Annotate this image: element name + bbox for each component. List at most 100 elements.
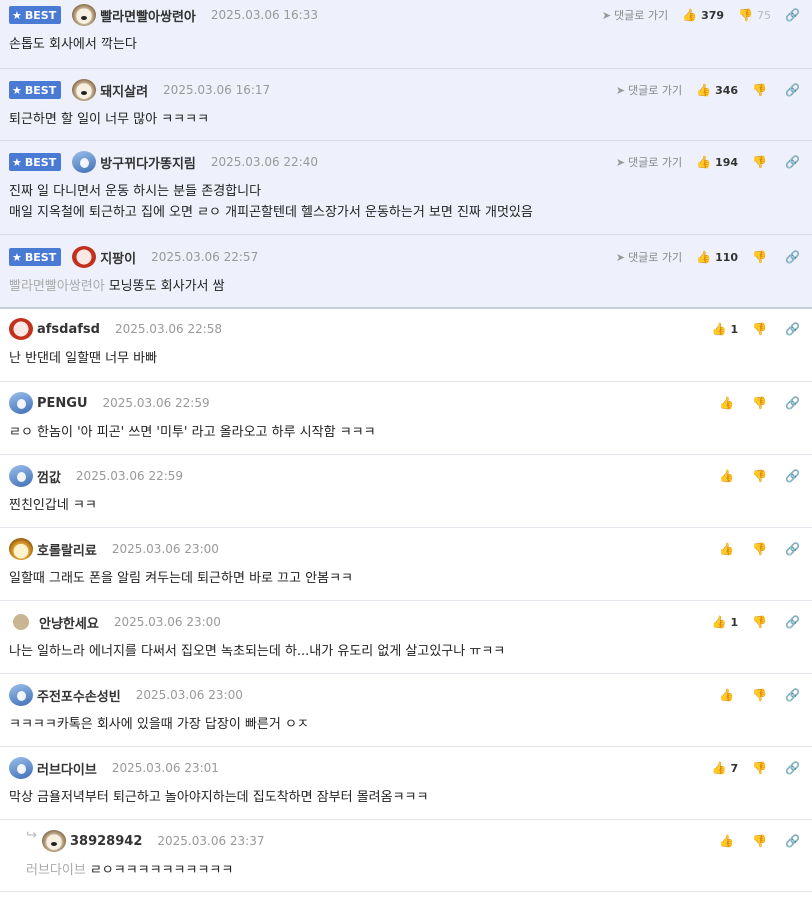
comment-actions: ➤ 댓글로 가기 👍 194 👎 🔗 [602, 147, 800, 177]
nickname[interactable]: 지팡이 [100, 248, 136, 267]
comment-actions: 👍 1 👎 🔗 [697, 607, 800, 637]
upvote-button[interactable]: 👍 [719, 542, 738, 556]
upvote-button[interactable]: 👍 346 [696, 83, 738, 97]
avatar[interactable] [13, 614, 29, 630]
nickname[interactable]: 빨라면빨아쌍련아 [100, 6, 196, 25]
thumbs-down-icon: 👎 [752, 834, 768, 848]
thumbs-up-icon: 👍 [719, 688, 735, 702]
comment-actions: 👍 👎 🔗 [705, 826, 800, 856]
link-icon[interactable]: 🔗 [785, 8, 800, 22]
nickname[interactable]: 안냥한세요 [39, 613, 99, 632]
link-icon[interactable]: 🔗 [785, 615, 800, 629]
link-icon[interactable]: 🔗 [785, 396, 800, 410]
comment-item: 러브다이브 2025.03.06 23:01 👍 7 👎 🔗 막상 금욜저녁부터 … [0, 747, 812, 820]
reply-item: ↪ 38928942 2025.03.06 23:37 👍 👎 🔗 러브다이브 ㄹ… [0, 820, 812, 892]
comment-actions: 👍 👎 🔗 [705, 388, 800, 418]
nickname[interactable]: 방구뀌다가똥지림 [100, 153, 196, 172]
upvote-count: 110 [715, 250, 739, 264]
goto-comment-link[interactable]: ➤ 댓글로 가기 [616, 154, 682, 170]
best-badge: ★ BEST [9, 153, 62, 171]
link-icon[interactable]: 🔗 [785, 834, 800, 848]
thumbs-down-icon: 👎 [752, 542, 768, 556]
upvote-button[interactable]: 👍 [719, 396, 738, 410]
downvote-button[interactable]: 👎 [752, 469, 771, 483]
downvote-button[interactable]: 👎 [752, 250, 771, 264]
avatar[interactable] [9, 684, 33, 706]
comment-header: ★ BEST 지팡이 2025.03.06 22:57 ➤ 댓글로 가기 👍 110 … [9, 242, 812, 272]
nickname[interactable]: 호롤랄리료 [37, 540, 97, 559]
comment-actions: 👍 👎 🔗 [705, 461, 800, 491]
downvote-button[interactable]: 👎 [752, 615, 771, 629]
comment-date: 2025.03.06 16:33 [210, 8, 318, 22]
send-arrow-icon: ➤ [615, 83, 626, 97]
upvote-button[interactable]: 👍 [719, 688, 738, 702]
link-icon[interactable]: 🔗 [785, 469, 800, 483]
nickname[interactable]: 러브다이브 [37, 759, 97, 778]
upvote-button[interactable]: 👍 7 [711, 761, 738, 775]
comment-header: ★ BEST 돼지살려 2025.03.06 16:17 ➤ 댓글로 가기 👍 346… [9, 75, 812, 105]
avatar[interactable] [72, 246, 97, 268]
link-icon[interactable]: 🔗 [785, 250, 800, 264]
link-icon[interactable]: 🔗 [785, 542, 800, 556]
mention-link[interactable]: 러브다이브 [26, 863, 86, 878]
downvote-button[interactable]: 👎 [752, 155, 771, 169]
comment-body: 퇴근하면 할 일이 너무 많아 ㅋㅋㅋㅋ [9, 112, 210, 127]
comment-header: ★ BEST 방구뀌다가똥지림 2025.03.06 22:40 ➤ 댓글로 가기 … [9, 147, 812, 177]
nickname[interactable]: 38928942 [70, 834, 142, 849]
downvote-button[interactable]: 👎 [752, 688, 771, 702]
downvote-button[interactable]: 👎 [752, 322, 771, 336]
thumbs-down-icon: 👎 [752, 83, 768, 97]
nickname[interactable]: PENGU [37, 396, 88, 411]
nickname[interactable]: afsdafsd [37, 322, 100, 337]
upvote-button[interactable]: 👍 1 [711, 615, 738, 629]
thumbs-down-icon: 👎 [752, 615, 768, 629]
nickname[interactable]: 돼지살려 [100, 81, 148, 100]
upvote-button[interactable]: 👍 379 [682, 8, 724, 22]
avatar[interactable] [42, 830, 66, 852]
downvote-button[interactable]: 👎 [752, 761, 771, 775]
downvote-button[interactable]: 👎 [752, 396, 771, 410]
nickname[interactable]: 껌값 [37, 467, 61, 486]
thumbs-down-icon: 👎 [752, 155, 768, 169]
avatar[interactable] [72, 79, 97, 101]
avatar[interactable] [72, 151, 97, 173]
comment-date: 2025.03.06 16:17 [163, 83, 271, 97]
upvote-button[interactable]: 👍 [719, 834, 738, 848]
upvote-button[interactable]: 👍 110 [696, 250, 738, 264]
upvote-button[interactable]: 👍 1 [711, 322, 738, 336]
link-icon[interactable]: 🔗 [785, 155, 800, 169]
downvote-button[interactable]: 👎 75 [738, 8, 771, 22]
goto-comment-link[interactable]: ➤ 댓글로 가기 [616, 82, 682, 98]
link-icon[interactable]: 🔗 [785, 83, 800, 97]
comment-header: ★ BEST 빨라면빨아쌍련아 2025.03.06 16:33 ➤ 댓글로 가기 … [9, 0, 812, 30]
link-icon[interactable]: 🔗 [785, 688, 800, 702]
nickname[interactable]: 주전포수손성빈 [37, 686, 121, 705]
avatar[interactable] [9, 318, 33, 340]
thumbs-down-icon: 👎 [738, 8, 754, 22]
thumbs-down-icon: 👎 [752, 469, 768, 483]
link-icon[interactable]: 🔗 [785, 761, 800, 775]
mention-link[interactable]: 빨라면빨아쌍련아 [9, 279, 105, 294]
avatar[interactable] [9, 465, 33, 487]
downvote-button[interactable]: 👎 [752, 83, 771, 97]
comment-item: 껌값 2025.03.06 22:59 👍 👎 🔗 찐친인갑네 ㅋㅋ [0, 455, 812, 528]
goto-comment-link[interactable]: ➤ 댓글로 가기 [616, 249, 682, 265]
thumbs-up-icon: 👍 [696, 83, 712, 97]
downvote-button[interactable]: 👎 [752, 542, 771, 556]
comment-body: ㄹㅇ 한놈이 '아 피곤' 쓰면 '미투' 라고 올라오고 하루 시작함 ㅋㅋㅋ [9, 425, 376, 440]
downvote-button[interactable]: 👎 [752, 834, 771, 848]
upvote-button[interactable]: 👍 194 [696, 155, 738, 169]
thumbs-down-icon: 👎 [752, 322, 768, 336]
upvote-button[interactable]: 👍 [719, 469, 738, 483]
thumbs-up-icon: 👍 [719, 834, 735, 848]
star-icon: ★ [12, 83, 22, 97]
goto-comment-link[interactable]: ➤ 댓글로 가기 [602, 7, 668, 23]
avatar[interactable] [72, 4, 97, 26]
thumbs-up-icon: 👍 [682, 8, 698, 22]
avatar[interactable] [9, 757, 33, 779]
star-icon: ★ [12, 155, 22, 169]
thumbs-down-icon: 👎 [752, 688, 768, 702]
link-icon[interactable]: 🔗 [785, 322, 800, 336]
avatar[interactable] [9, 538, 33, 560]
avatar[interactable] [9, 392, 33, 414]
